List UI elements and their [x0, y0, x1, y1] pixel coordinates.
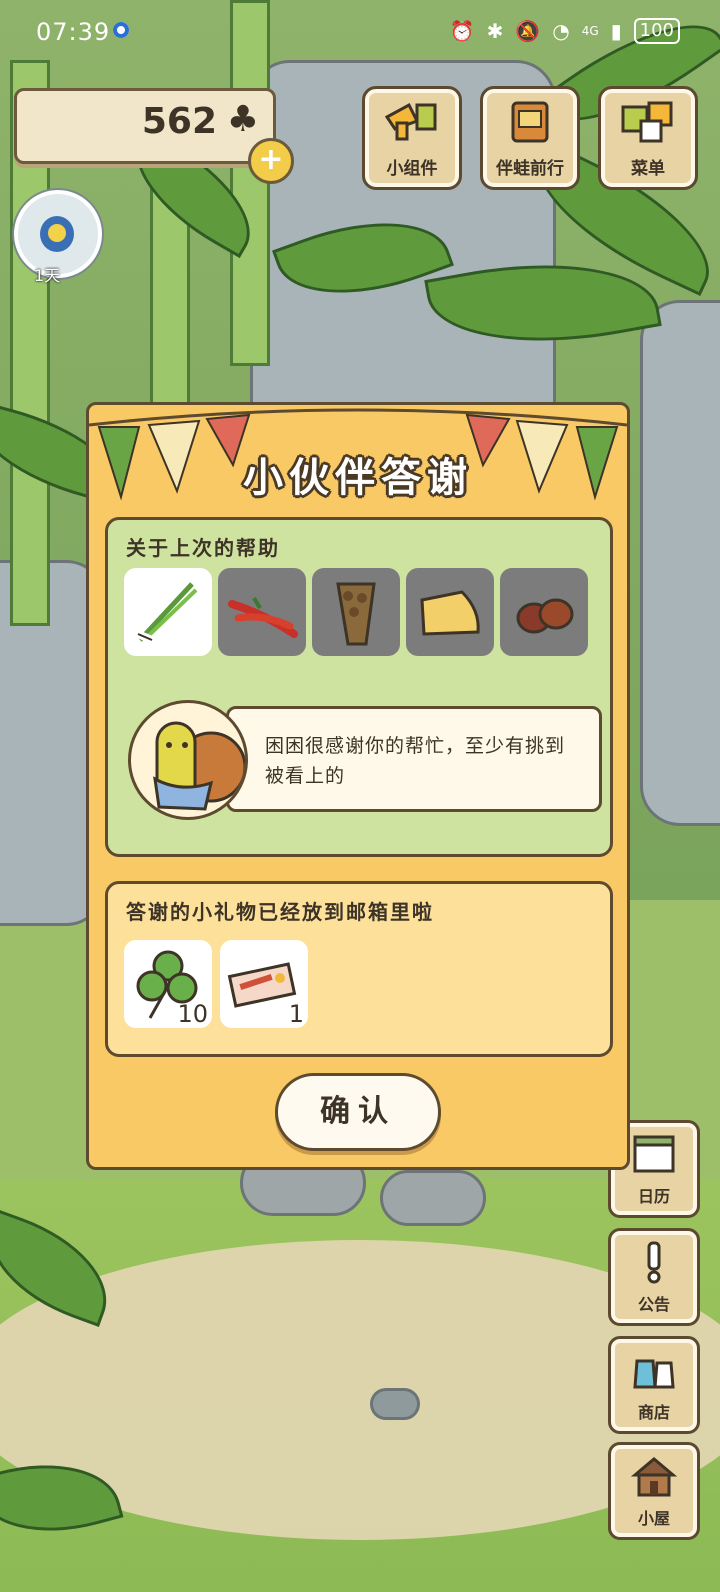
shop-icon — [633, 1359, 675, 1389]
clover-counter: 562 ♣ — [14, 88, 276, 164]
wifi-icon: ◔ — [552, 19, 570, 43]
bluetooth-icon: ✱ — [486, 19, 504, 43]
app-notification-icon — [113, 22, 129, 38]
calendar-label: 日历 — [637, 1187, 670, 1206]
help-heading: 关于上次的帮助 — [126, 536, 280, 560]
gift-items: 10 1 — [124, 940, 308, 1028]
bird-avatar-icon — [40, 216, 74, 252]
menu-icon — [621, 101, 673, 143]
thanks-dialog: 小伙伴答谢 关于上次的帮助 困困很感谢你的帮忙，至少有挑到被看上的 答谢的小礼物… — [86, 402, 630, 1170]
food-item[interactable] — [312, 568, 400, 656]
notice-button[interactable]: 公告 — [608, 1228, 700, 1326]
snail-friend-icon — [153, 721, 245, 811]
cheese-icon — [420, 590, 480, 636]
widget-button[interactable]: 小组件 — [362, 86, 462, 190]
journey-button[interactable]: 伴蛙前行 — [480, 86, 580, 190]
journey-label: 伴蛙前行 — [496, 159, 564, 179]
help-panel: 关于上次的帮助 困困很感谢你的帮忙，至少有挑到被看上的 — [105, 517, 613, 857]
mute-icon: 🔕 — [515, 19, 541, 43]
gift-panel: 答谢的小礼物已经放到邮箱里啦 10 1 — [105, 881, 613, 1057]
house-button[interactable]: 小屋 — [608, 1442, 700, 1540]
pinecone-icon — [336, 582, 376, 646]
chestnut-icon — [516, 598, 574, 634]
status-bar: 07:39 ⏰ ✱ 🔕 ◔ 4G ▮ 100 — [0, 0, 720, 64]
network-label: 4G — [581, 24, 599, 38]
food-item[interactable] — [218, 568, 306, 656]
shop-button[interactable]: 商店 — [608, 1336, 700, 1434]
alarm-icon: ⏰ — [449, 19, 475, 43]
gift-heading: 答谢的小礼物已经放到邮箱里啦 — [126, 900, 434, 924]
house-label: 小屋 — [637, 1509, 670, 1528]
food-item[interactable] — [500, 568, 588, 656]
notice-label: 公告 — [637, 1295, 670, 1314]
friend-avatar — [128, 700, 248, 820]
journey-icon — [511, 101, 549, 143]
food-item[interactable] — [124, 568, 212, 656]
notice-icon — [647, 1241, 661, 1284]
gift-count: 1 — [288, 1000, 304, 1028]
battery-level: 100 — [639, 20, 674, 41]
status-time: 07:39 — [36, 18, 111, 46]
widget-label: 小组件 — [386, 159, 438, 179]
speech-bubble: 困困很感谢你的帮忙，至少有挑到被看上的 — [226, 706, 602, 812]
gift-count: 10 — [177, 1000, 208, 1028]
menu-button[interactable]: 菜单 — [598, 86, 698, 190]
green-onion-icon — [136, 582, 198, 644]
food-items — [124, 568, 588, 656]
avatar-days-label: 1天 — [34, 266, 61, 285]
shop-label: 商店 — [637, 1403, 670, 1422]
food-item[interactable] — [406, 568, 494, 656]
menu-label: 菜单 — [631, 159, 665, 179]
clover-icon: ♣ — [226, 99, 259, 140]
battery-icon: 100 — [633, 18, 680, 44]
chili-pepper-icon — [228, 596, 298, 638]
calendar-icon — [633, 1135, 675, 1173]
widget-icon — [384, 102, 437, 141]
signal-icon: ▮ — [610, 19, 622, 43]
dialog-title: 小伙伴答谢 — [243, 455, 473, 501]
clover-count: 562 — [141, 101, 217, 142]
house-icon — [631, 1457, 677, 1497]
confirm-button[interactable]: 确认 — [275, 1073, 441, 1151]
gift-item[interactable]: 1 — [220, 940, 308, 1028]
add-clover-button[interactable]: + — [248, 138, 294, 184]
gift-item[interactable]: 10 — [124, 940, 212, 1028]
speech-text: 困困很感谢你的帮忙，至少有挑到被看上的 — [265, 735, 566, 787]
